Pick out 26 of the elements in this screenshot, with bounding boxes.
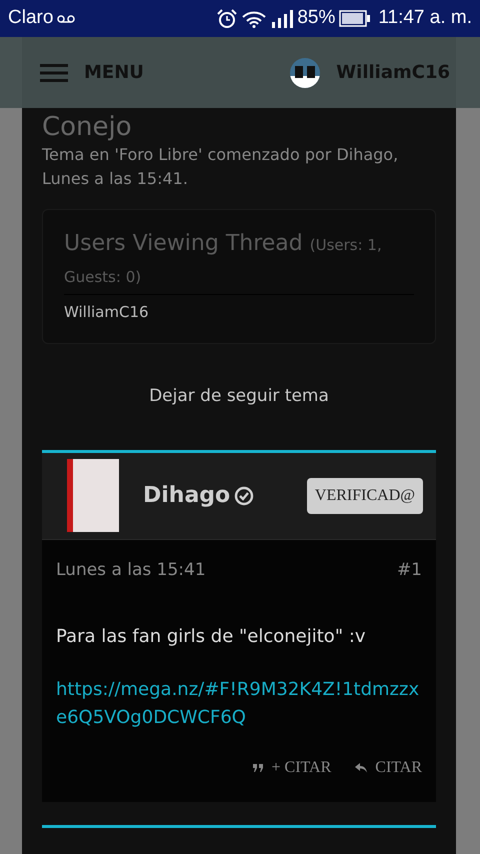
verified-button[interactable]: VERIFICAD@ [306, 478, 423, 514]
avatar-photo-placeholder[interactable] [67, 459, 119, 532]
thread-meta: Tema en 'Foro Libre' comenzado por Dihago, Lunes a las 15:41. [42, 144, 400, 190]
post-date[interactable]: Lunes a las 15:41 [56, 558, 206, 584]
multiquote-button[interactable]: + CITAR [252, 756, 332, 780]
carrier-name: Claro [8, 6, 54, 30]
voicemail-icon [57, 14, 76, 24]
alarm-icon [217, 8, 238, 28]
signal-icon [271, 10, 294, 28]
unwatch-link[interactable]: Dejar de seguir tema [149, 386, 329, 406]
post-link[interactable]: https://mega.nz/#F!R9M32K4Z!1tdmzzxe6Q5VOg0DCWCF6Q [56, 676, 422, 732]
clock-time: 11:47 a. m. [378, 6, 472, 30]
battery-icon [339, 10, 370, 27]
reply-icon [355, 763, 368, 774]
thread-title: Conejo [42, 112, 133, 144]
post-message: Para las fan girls de "elconejito" :v [56, 625, 367, 650]
reply-button[interactable]: CITAR [355, 756, 422, 780]
menu-icon [40, 64, 68, 82]
wifi-icon [241, 10, 268, 28]
author-name[interactable]: Dihago [143, 479, 230, 512]
user-avatar-icon[interactable] [290, 58, 320, 88]
quote-icon [252, 764, 264, 772]
panel-heading: Users Viewing Thread (Users: 1, Guests: 0) [64, 230, 383, 288]
battery-percent: 85% [297, 6, 336, 30]
post-number[interactable]: #1 [396, 558, 422, 584]
viewer-name[interactable]: WilliamC16 [64, 294, 414, 324]
